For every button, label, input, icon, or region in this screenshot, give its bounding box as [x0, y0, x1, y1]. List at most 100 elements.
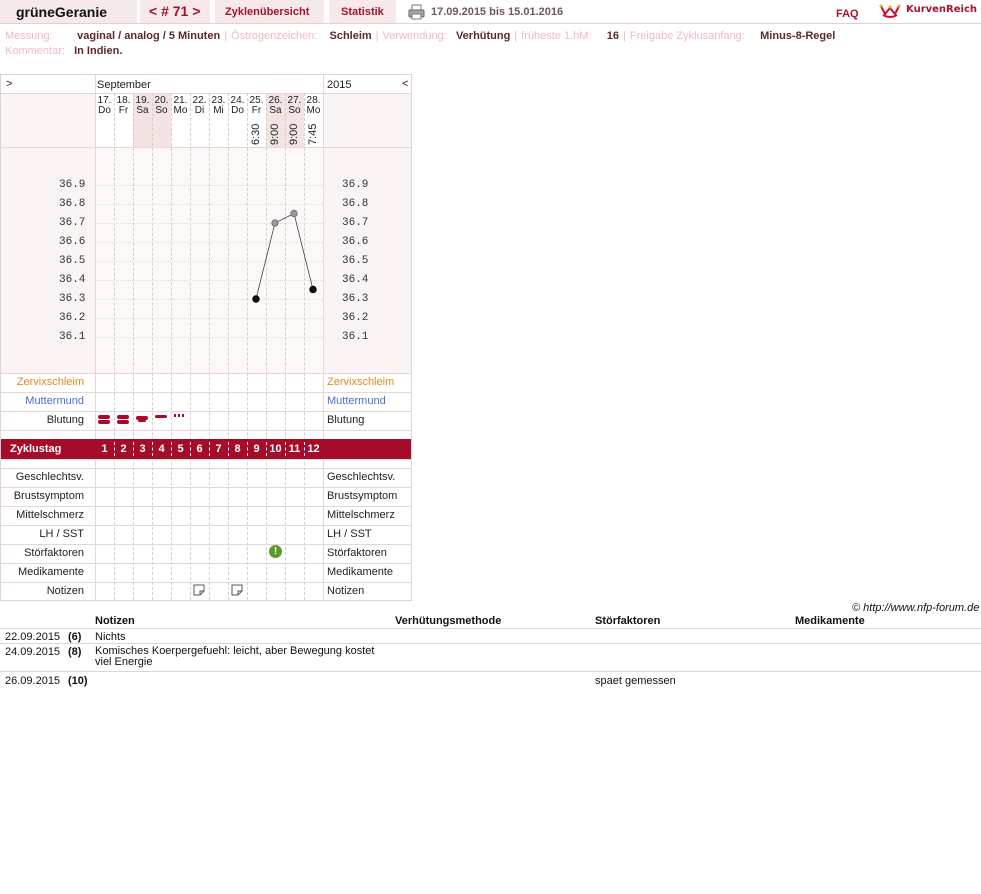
- cycle-nav-tab[interactable]: < # 71 >: [140, 0, 210, 24]
- row-label: Muttermund: [25, 395, 84, 407]
- temp-point[interactable]: [252, 295, 260, 303]
- cycle-day-number: 11: [288, 443, 301, 455]
- date-range: 17.09.2015 bis 15.01.2016: [431, 6, 564, 18]
- cycle-day-number: 2: [120, 443, 127, 455]
- note-icon[interactable]: [231, 584, 243, 596]
- row-label: LH / SST: [39, 528, 84, 540]
- row-label: Mittelschmerz: [16, 509, 84, 521]
- temp-point[interactable]: [309, 285, 317, 294]
- tab-statistik-label[interactable]: Statistik: [341, 6, 384, 18]
- bleeding-dot: [178, 414, 180, 417]
- cycle-day-bar: Zyklustag 1 2 3 4 5 6 7 8 9 10 11 12: [1, 439, 411, 459]
- tab-zyklenuebersicht[interactable]: Zyklenübersicht: [215, 0, 324, 24]
- row-label: Notizen: [327, 585, 365, 597]
- col-header-disturb: Störfaktoren: [595, 615, 661, 627]
- row-date: 26.09.2015: [5, 675, 61, 687]
- row-label: Medikamente: [17, 566, 84, 578]
- cycle-day-number: 10: [269, 443, 282, 455]
- disturbance-icon[interactable]: !: [269, 545, 282, 558]
- cycle-divider: [152, 442, 153, 456]
- bleeding-heavy-icon: [117, 413, 131, 427]
- table-row: 24.09.2015 (8) Komisches Koerpergefuehl:…: [0, 643, 981, 672]
- row-label: Blutung: [327, 414, 365, 426]
- temp-point[interactable]: [271, 219, 279, 227]
- row-label: Zervixschleim: [16, 376, 84, 388]
- tab-zyklenuebersicht-label[interactable]: Zyklenübersicht: [225, 6, 309, 18]
- bleeding-mark: [155, 415, 167, 418]
- bleeding-mark: [138, 420, 146, 422]
- row-label: Brustsymptom: [327, 490, 398, 502]
- col-header-method: Verhütungsmethode: [395, 615, 502, 627]
- row-label: Muttermund: [327, 395, 386, 407]
- cycle-divider: [247, 442, 248, 456]
- cycle-divider: [304, 442, 305, 456]
- row-cycle-day: (10): [68, 675, 88, 687]
- tab-statistik[interactable]: Statistik: [329, 0, 396, 24]
- cycle-divider: [190, 442, 191, 456]
- bleeding-dot: [182, 414, 184, 417]
- printer-icon[interactable]: [408, 4, 425, 20]
- cycle-day-number: 6: [196, 443, 203, 455]
- cycle-day-number: 5: [177, 443, 184, 455]
- cycle-chart: > < September 2015 17. Do 18. Fr 19. Sa 20. So 2…: [0, 74, 412, 601]
- row-cycle-day: (8): [68, 646, 82, 658]
- header-divider: [0, 23, 981, 24]
- copyright: © http://www.nfp-forum.de: [852, 602, 980, 614]
- cycle-day-number: 4: [158, 443, 165, 455]
- bleeding-mark: [98, 415, 110, 419]
- crown-icon: [879, 4, 901, 18]
- row-label: Zervixschleim: [327, 376, 395, 388]
- table-row: 22.09.2015 (6) Nichts: [0, 628, 981, 644]
- row-label: Brustsymptom: [13, 490, 84, 502]
- cycle-day-number: 7: [215, 443, 222, 455]
- cycle-nav[interactable]: < # 71 >: [149, 3, 200, 19]
- row-label: Störfaktoren: [327, 547, 387, 559]
- row-label: Blutung: [46, 414, 84, 426]
- bleeding-medium-icon: [136, 413, 150, 427]
- row-cycle-day: (6): [68, 631, 82, 643]
- info-line-2: Kommentar: In Indien.: [5, 45, 123, 57]
- cycle-divider: [228, 442, 229, 456]
- bleeding-spotting-icon: [174, 413, 188, 427]
- row-label: Mittelschmerz: [327, 509, 395, 521]
- row-date: 22.09.2015: [5, 631, 61, 643]
- cycle-divider: [285, 442, 286, 456]
- table-row: 26.09.2015 (10) spaet gemessen: [0, 671, 981, 687]
- bleeding-mark: [117, 420, 129, 424]
- bleeding-heavy-icon: [98, 413, 112, 427]
- cycle-day-label: Zyklustag: [10, 443, 62, 455]
- bleeding-dot: [174, 414, 176, 417]
- bleeding-mark: [98, 420, 110, 424]
- cycle-divider: [114, 442, 115, 456]
- row-note: Komisches Koerpergefuehl: leicht, aber B…: [95, 645, 375, 668]
- cycle-divider: [171, 442, 172, 456]
- note-icon[interactable]: [193, 584, 205, 596]
- row-label: Notizen: [46, 585, 84, 597]
- app-name: grüneGeranie: [16, 4, 108, 20]
- cycle-divider: [266, 442, 267, 456]
- col-header-meds: Medikamente: [795, 615, 865, 627]
- row-label: Geschlechtsv.: [15, 471, 84, 483]
- temp-line: [255, 212, 314, 300]
- row-note: Nichts: [95, 631, 126, 643]
- row-disturb: spaet gemessen: [595, 675, 676, 687]
- bleeding-mark: [117, 415, 129, 419]
- faq-link[interactable]: FAQ: [836, 8, 859, 20]
- info-line-1: Messung: vaginal / analog / 5 Minuten | Ös…: [5, 30, 836, 42]
- cycle-day-number: 12: [307, 443, 320, 455]
- cycle-divider: [133, 442, 134, 456]
- col-header-notes: Notizen: [95, 615, 135, 627]
- row-label: Geschlechtsv.: [327, 471, 396, 483]
- brand-logo[interactable]: KurvenReich: [906, 4, 977, 15]
- cycle-divider: [209, 442, 210, 456]
- app-name-tab: grüneGeranie: [0, 0, 137, 24]
- row-label: LH / SST: [327, 528, 372, 540]
- row-label: Medikamente: [327, 566, 394, 578]
- row-label: Störfaktoren: [24, 547, 84, 559]
- row-date: 24.09.2015: [5, 646, 61, 658]
- cycle-day-number: 9: [253, 443, 260, 455]
- cycle-day-number: 8: [234, 443, 241, 455]
- cycle-day-number: 3: [139, 443, 146, 455]
- temp-point[interactable]: [290, 209, 298, 218]
- temperature-curve: [252, 209, 317, 303]
